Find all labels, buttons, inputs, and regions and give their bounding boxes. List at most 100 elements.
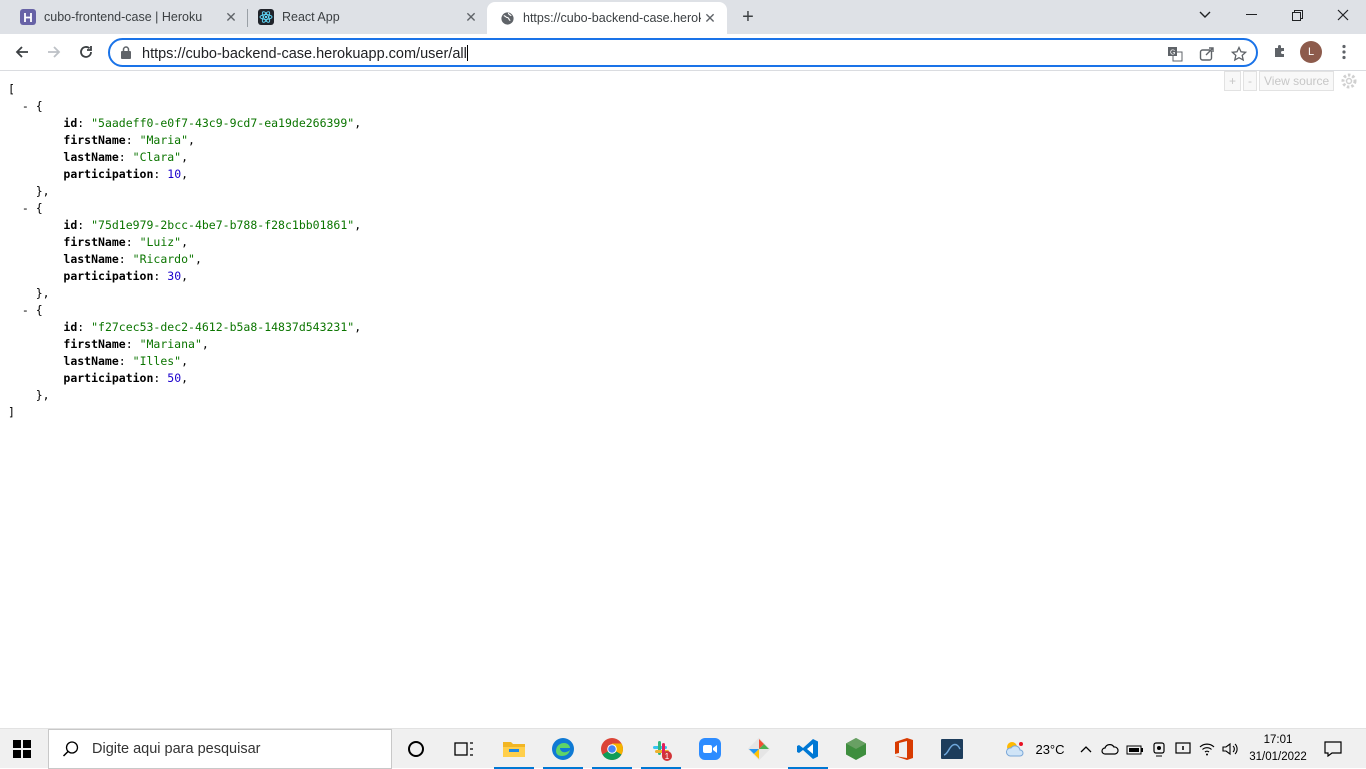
arrow-right-icon [48, 46, 61, 58]
extensions-button[interactable] [1268, 40, 1292, 64]
tab-title: React App [282, 10, 340, 24]
close-icon[interactable]: ✕ [701, 9, 719, 27]
json-value-id: "75d1e979-2bcc-4be7-b788-f28c1bb01861" [91, 218, 355, 232]
cloud-icon [1101, 744, 1119, 755]
task-view-button[interactable] [444, 733, 484, 765]
address-bar[interactable]: https://cubo-backend-case.herokuapp.com/… [108, 38, 1258, 67]
react-icon [258, 9, 274, 25]
taskbar-slack[interactable]: 1 [641, 733, 681, 769]
onedrive-tray-icon[interactable] [1099, 729, 1121, 769]
tab-react-app[interactable]: React App ✕ [238, 0, 488, 34]
nodejs-hexagon-icon [846, 738, 866, 760]
json-field: id: "f27cec53-dec2-4612-b5a8-14837d54323… [63, 320, 362, 334]
json-field: firstName: "Mariana", [63, 337, 209, 351]
edge-icon [552, 738, 574, 760]
taskbar-zoom[interactable] [690, 733, 730, 765]
json-value-lastname: "Ricardo" [132, 252, 195, 266]
restore-button[interactable] [1274, 0, 1320, 30]
json-value-participation: 10 [167, 167, 182, 181]
temperature-text[interactable]: 23°C [1030, 729, 1070, 769]
chevron-down-icon [1199, 11, 1211, 18]
gear-icon[interactable] [1340, 72, 1358, 90]
tab-search-button[interactable] [1182, 0, 1228, 30]
notification-badge: 1 [665, 752, 670, 761]
cortana-circle-icon [408, 741, 424, 757]
volume-tray-icon[interactable] [1220, 729, 1242, 769]
collapse-toggle[interactable]: - { [8, 302, 361, 319]
collapse-toggle[interactable]: - { [8, 98, 361, 115]
taskbar-file-explorer[interactable] [494, 733, 534, 769]
search-icon [62, 741, 79, 757]
json-value-firstname: "Maria" [139, 133, 189, 147]
lock-icon[interactable] [121, 46, 131, 64]
wifi-icon [1199, 743, 1215, 756]
menu-button[interactable] [1332, 40, 1356, 64]
taskbar-vscode[interactable] [788, 733, 828, 769]
wifi-tray-icon[interactable] [1196, 729, 1218, 769]
puzzle-icon [1275, 45, 1284, 57]
task-view-icon [454, 742, 473, 756]
weather-widget[interactable] [1000, 729, 1030, 769]
json-field: id: "5aadeff0-e0f7-43c9-9cd7-ea19de26639… [63, 116, 362, 130]
close-window-button[interactable] [1320, 0, 1366, 30]
json-value-id: "f27cec53-dec2-4612-b5a8-14837d543231" [91, 320, 355, 334]
json-field: participation: 30, [63, 269, 189, 283]
cortana-button[interactable] [396, 733, 436, 765]
update-tray-icon[interactable] [1172, 729, 1194, 769]
translate-icon[interactable]: G [1166, 45, 1184, 63]
start-button[interactable] [12, 739, 32, 764]
taskbar-clock[interactable]: 17:01 31/01/2022 [1248, 732, 1308, 766]
json-field: lastName: "Clara", [63, 150, 189, 164]
taskbar-sourcetree[interactable] [739, 733, 779, 765]
taskbar-chrome[interactable] [592, 733, 632, 769]
tab-heroku[interactable]: cubo-frontend-case | Heroku ✕ [0, 0, 248, 34]
back-button[interactable] [10, 40, 34, 64]
view-source-button[interactable]: View source [1259, 71, 1335, 91]
speaker-icon [1222, 742, 1238, 756]
json-bracket: }, [8, 184, 50, 198]
taskbar-office[interactable] [884, 733, 924, 765]
taskbar-nodejs[interactable] [836, 733, 876, 765]
battery-tray-icon[interactable] [1124, 729, 1146, 769]
json-field: firstName: "Maria", [63, 133, 195, 147]
profile-avatar[interactable]: L [1300, 41, 1322, 63]
json-field: firstName: "Luiz", [63, 235, 189, 249]
windows-logo-icon [13, 740, 31, 758]
forward-button[interactable] [42, 40, 66, 64]
json-value-lastname: "Clara" [132, 150, 182, 164]
json-bracket: [ [8, 82, 15, 96]
office-icon [895, 738, 913, 760]
clock-time: 17:01 [1263, 734, 1293, 746]
share-icon[interactable] [1198, 45, 1216, 63]
vscode-icon [797, 739, 818, 759]
new-tab-button[interactable]: + [737, 6, 759, 28]
json-field: lastName: "Ricardo", [63, 252, 202, 266]
battery-icon [1126, 745, 1143, 755]
meet-now-tray-icon[interactable] [1148, 729, 1170, 769]
search-placeholder: Digite aqui para pesquisar [92, 741, 261, 757]
weather-cloud-icon [1006, 742, 1024, 757]
json-field: participation: 10, [63, 167, 189, 181]
chrome-icon [601, 738, 623, 760]
close-icon[interactable]: ✕ [462, 8, 480, 26]
notification-center-button[interactable] [1320, 729, 1346, 769]
json-bracket: ] [8, 405, 15, 419]
taskbar-edge[interactable] [543, 733, 583, 769]
tab-strip: cubo-frontend-case | Heroku ✕ React App … [0, 0, 1366, 34]
collapse-toggle[interactable]: - { [8, 200, 361, 217]
tab-backend-active[interactable]: https://cubo-backend-case.herok ✕ [487, 2, 727, 34]
show-hidden-icons-button[interactable] [1077, 729, 1095, 769]
kebab-menu-icon [1342, 44, 1346, 60]
bookmark-star-icon[interactable] [1230, 45, 1248, 63]
json-value-firstname: "Luiz" [139, 235, 182, 249]
taskbar-search-box[interactable]: Digite aqui para pesquisar [48, 729, 392, 769]
reload-button[interactable] [74, 40, 98, 64]
json-bracket: }, [8, 286, 50, 300]
collapse-all-button[interactable]: - [1243, 71, 1258, 91]
page-content: + - View source [ - { id: "5aadeff0-e0f7… [0, 71, 1366, 728]
minimize-button[interactable] [1228, 0, 1274, 30]
expand-all-button[interactable]: + [1224, 71, 1242, 91]
zoom-icon [699, 738, 721, 760]
heroku-icon [20, 9, 36, 25]
taskbar-sql-tool[interactable] [932, 733, 972, 765]
